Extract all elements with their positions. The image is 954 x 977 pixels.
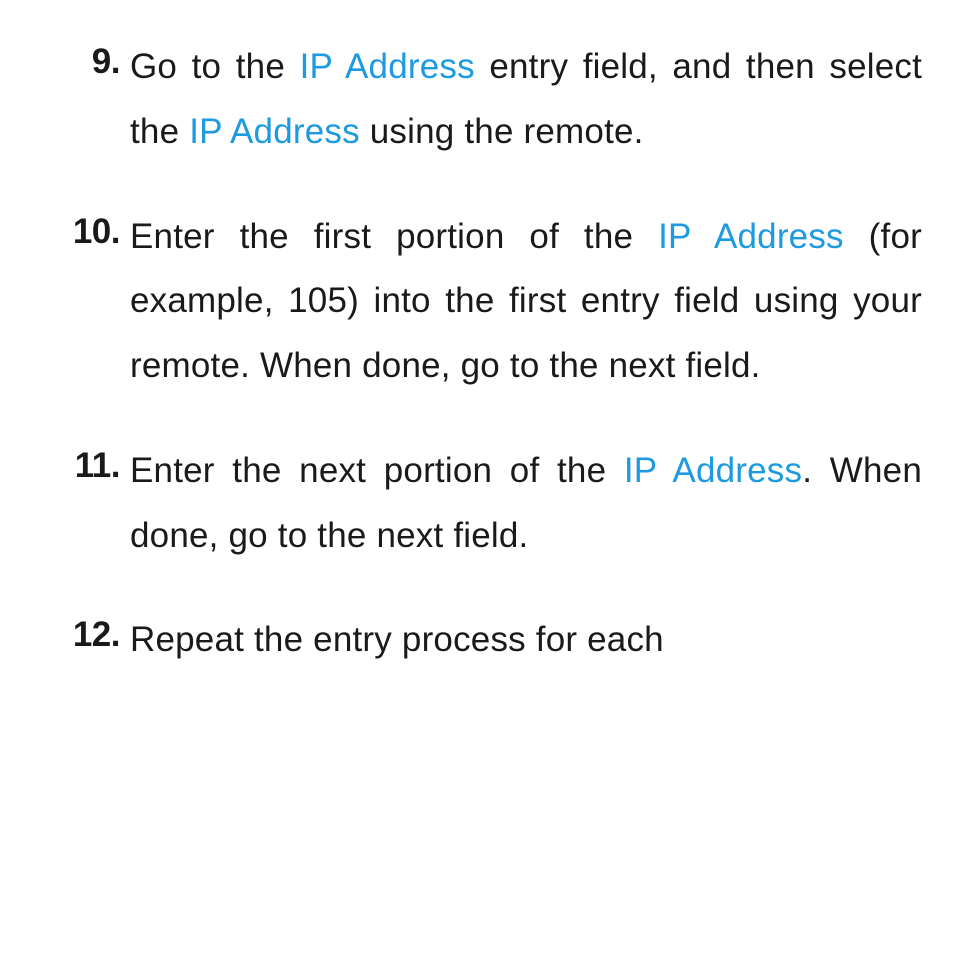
step-12: 12. Repeat the entry process for each bbox=[20, 608, 934, 673]
step-11: 11. Enter the next portion of the IP Add… bbox=[20, 439, 934, 569]
text-fragment: Enter the first portion of the bbox=[130, 217, 658, 256]
step-9: 9. Go to the IP Address entry field, and… bbox=[20, 35, 934, 165]
text-fragment: Repeat the entry process for each bbox=[130, 620, 664, 659]
step-body: Repeat the entry process for each bbox=[130, 608, 934, 673]
term-ip-address: IP Address bbox=[189, 112, 360, 151]
term-ip-address: IP Address bbox=[300, 47, 475, 86]
term-ip-address: IP Address bbox=[624, 451, 802, 490]
text-fragment: Go to the bbox=[130, 47, 300, 86]
step-10: 10. Enter the first portion of the IP Ad… bbox=[20, 205, 934, 399]
step-number: 12. bbox=[20, 608, 130, 662]
instruction-list: 9. Go to the IP Address entry field, and… bbox=[20, 35, 934, 673]
step-body: Go to the IP Address entry field, and th… bbox=[130, 35, 934, 165]
text-fragment: Enter the next portion of the bbox=[130, 451, 624, 490]
text-fragment: using the remote. bbox=[360, 112, 644, 151]
term-ip-address: IP Address bbox=[658, 217, 844, 256]
step-number: 10. bbox=[20, 205, 130, 259]
step-number: 11. bbox=[20, 439, 130, 493]
step-number: 9. bbox=[20, 35, 130, 89]
step-body: Enter the next portion of the IP Address… bbox=[130, 439, 934, 569]
step-body: Enter the first portion of the IP Addres… bbox=[130, 205, 934, 399]
